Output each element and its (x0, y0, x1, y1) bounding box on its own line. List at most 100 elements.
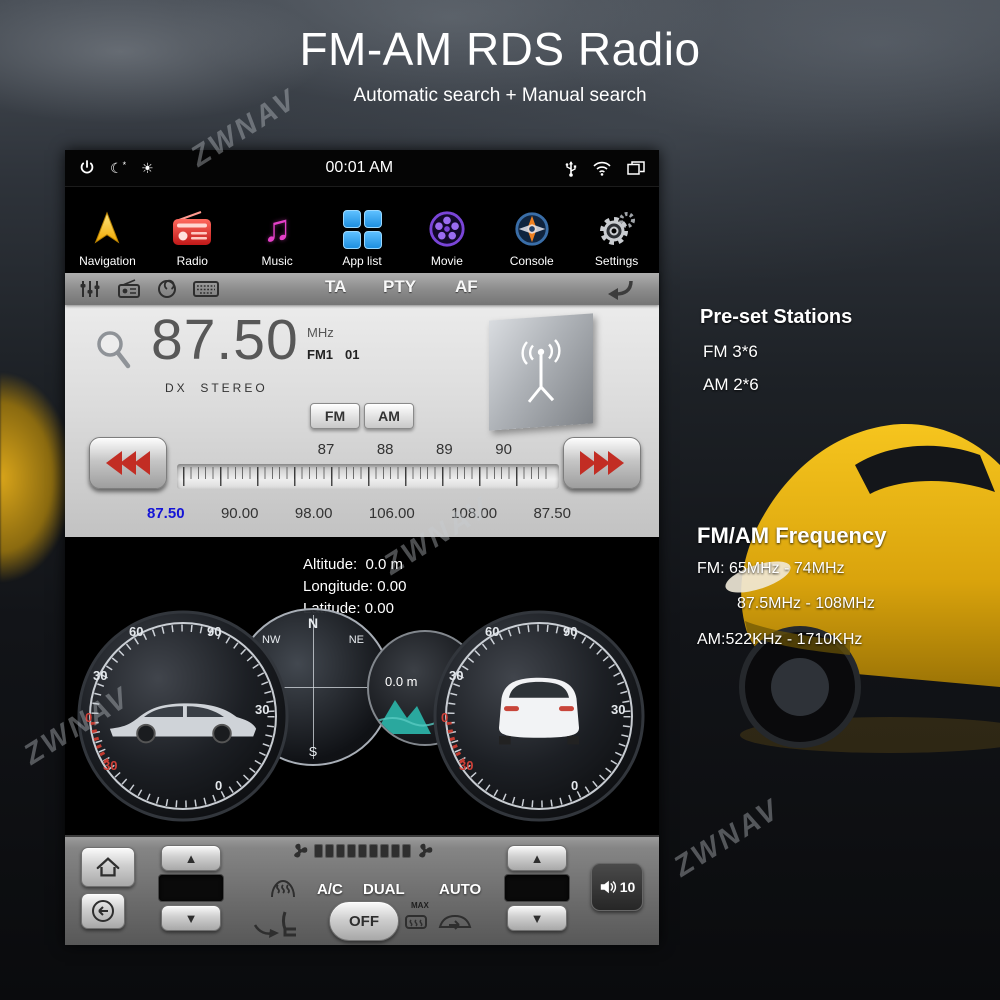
head-unit-screen: ☾* ☀ 00:01 AM (65, 150, 659, 945)
fm-range-line1: FM: 65MHz - 74MHz (697, 560, 845, 578)
ta-button[interactable]: TA (325, 277, 346, 297)
preset-fm-count: FM 3*6 (703, 342, 758, 362)
radio-mini-icon[interactable] (117, 279, 141, 299)
return-button[interactable] (81, 893, 125, 929)
gauge-number: 30 (103, 758, 117, 773)
dual-button[interactable]: DUAL (363, 881, 405, 898)
equalizer-icon[interactable] (79, 279, 101, 299)
down-arrow-icon: ▼ (531, 912, 544, 925)
left-speed-gauge: 60 90 30 0 30 0 30 (77, 610, 289, 822)
scale-number: 88 (377, 441, 394, 458)
seek-up-chevrons-icon (576, 449, 628, 477)
gauge-number: 60 (129, 624, 143, 639)
frequency-readout: 87.50 (151, 307, 299, 373)
fm-range-line2: 87.5MHz - 108MHz (737, 595, 875, 613)
app-settings[interactable]: Settings (574, 187, 659, 273)
auto-button[interactable]: AUTO (439, 881, 481, 898)
back-arrow-icon[interactable] (605, 278, 635, 305)
home-button[interactable] (81, 847, 135, 887)
longitude-line: Longitude: 0.00 (303, 576, 406, 598)
radio-app-panel: TA PTY AF 87.50 MHz FM1 01 (65, 273, 659, 537)
scale-number: 87 (318, 441, 335, 458)
tuning-scale-track[interactable] (177, 464, 559, 489)
broadcast-antenna-icon (509, 337, 573, 407)
compass-northeast-label: NE (349, 634, 364, 646)
sedan-side-view-icon (105, 686, 261, 748)
background-car-left (0, 370, 72, 585)
temp-display-right (504, 874, 570, 902)
volume-level: 10 (620, 879, 636, 895)
gauge-number: 90 (563, 624, 577, 639)
gauge-number: 30 (459, 758, 473, 773)
frequency-range-title: FM/AM Frequency (697, 523, 886, 549)
radio-toolbar: TA PTY AF (65, 273, 659, 305)
app-navigation[interactable]: Navigation (65, 187, 150, 273)
fm-band-button[interactable]: FM (310, 403, 360, 429)
band-label: FM1 (307, 347, 333, 362)
up-arrow-icon: ▲ (531, 852, 544, 865)
window-switch-icon[interactable] (627, 161, 645, 175)
app-label: Movie (431, 254, 463, 268)
clock: 00:01 AM (326, 159, 394, 177)
am-range-line: AM:522KHz - 1710KHz (697, 631, 862, 649)
max-label: MAX (411, 901, 429, 910)
temp-down-right-button[interactable]: ▼ (507, 905, 567, 931)
preset-frequency[interactable]: 90.00 (221, 505, 259, 522)
gauge-number: 30 (449, 668, 463, 683)
preset-frequency[interactable]: 108.00 (451, 505, 497, 522)
page-title: FM-AM RDS Radio (0, 22, 1000, 76)
app-label: Settings (595, 254, 638, 268)
seek-up-button[interactable] (563, 437, 641, 489)
temp-display-left (158, 874, 224, 902)
up-arrow-icon: ▲ (185, 852, 198, 865)
fan-speed-segments (314, 844, 411, 858)
seek-down-button[interactable] (89, 437, 167, 489)
console-icon (513, 207, 551, 251)
rotary-knob-icon[interactable] (157, 279, 177, 299)
keyboard-icon[interactable] (193, 280, 219, 298)
altitude-line: Altitude: 0.0 m (303, 554, 406, 576)
pty-button[interactable]: PTY (383, 277, 416, 297)
climate-off-button[interactable]: OFF (329, 901, 399, 941)
air-recirculation-icon[interactable] (437, 911, 473, 938)
app-movie[interactable]: Movie (404, 187, 489, 273)
seat-airflow-icon[interactable] (253, 909, 299, 944)
compass-south-label: S (309, 744, 318, 759)
temp-up-right-button[interactable]: ▲ (507, 845, 567, 871)
temp-down-left-button[interactable]: ▼ (161, 905, 221, 931)
gauge-number: 30 (93, 668, 107, 683)
app-list[interactable]: App list (320, 187, 405, 273)
preset-am-count: AM 2*6 (703, 375, 759, 395)
ac-button[interactable]: A/C (317, 881, 343, 898)
preset-frequency[interactable]: 87.50 (533, 505, 571, 522)
preset-frequency-row: 87.50 90.00 98.00 106.00 108.00 87.50 (65, 505, 659, 522)
brightness-icon[interactable]: ☀ (141, 161, 154, 175)
antenna-graphic-tile (489, 313, 593, 430)
page-subtitle: Automatic search + Manual search (0, 85, 1000, 107)
circle-back-arrow-icon (91, 899, 115, 923)
search-scan-icon[interactable] (93, 329, 133, 376)
am-band-button[interactable]: AM (364, 403, 414, 429)
tuning-scale[interactable]: 87 88 89 90 (177, 441, 559, 493)
app-launcher-row: Navigation Radio ♫ Music (65, 187, 659, 273)
preset-frequency[interactable]: 106.00 (369, 505, 415, 522)
preset-frequency[interactable]: 87.50 (147, 505, 185, 522)
app-console[interactable]: Console (489, 187, 574, 273)
night-mode-icon[interactable]: ☾* (110, 161, 126, 175)
gauge-number: 0 (215, 778, 222, 793)
temp-up-left-button[interactable]: ▲ (161, 845, 221, 871)
gauge-number: 90 (207, 624, 221, 639)
statusbar-right-icons (565, 159, 645, 177)
windshield-defrost-icon[interactable] (270, 877, 296, 904)
preset-frequency[interactable]: 98.00 (295, 505, 333, 522)
gauge-number: 0 (85, 710, 92, 725)
app-radio[interactable]: Radio (150, 187, 235, 273)
app-music[interactable]: ♫ Music (235, 187, 320, 273)
volume-button[interactable]: 10 (591, 863, 643, 911)
af-button[interactable]: AF (455, 277, 478, 297)
power-icon[interactable] (79, 160, 95, 176)
usb-icon (565, 159, 577, 177)
movie-reel-icon (428, 207, 466, 251)
rear-defrost-icon[interactable] (405, 913, 427, 936)
preset-stations-title: Pre-set Stations (700, 306, 852, 329)
